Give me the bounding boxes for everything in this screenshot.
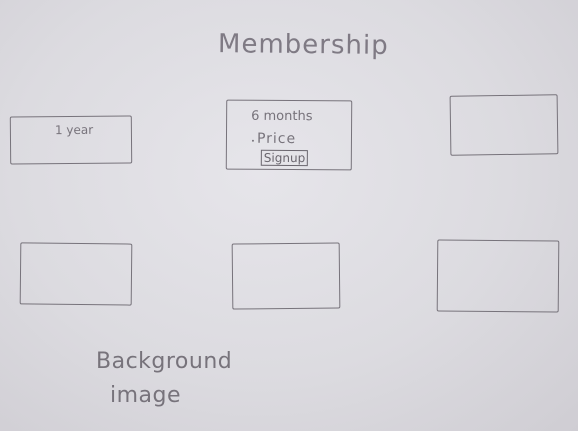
sketch-paper: Membership 1 year 6 months Price Signup …: [0, 0, 578, 431]
background-note-line-2: image: [110, 383, 182, 408]
bullet-dot: [251, 139, 254, 142]
membership-card-1-year[interactable]: 1 year: [9, 115, 133, 165]
membership-card-empty-3[interactable]: [449, 94, 559, 156]
membership-card-empty-6[interactable]: [436, 239, 560, 313]
card-duration-label: 1 year: [54, 122, 94, 138]
card-price-label: Price: [256, 130, 297, 148]
card-duration-label: 6 months: [251, 108, 313, 125]
membership-card-empty-4[interactable]: [19, 242, 133, 306]
membership-card-empty-5[interactable]: [231, 242, 341, 310]
membership-card-6-months[interactable]: 6 months Price Signup: [225, 99, 353, 171]
background-image-note: Background image: [96, 345, 232, 413]
signup-button[interactable]: Signup: [260, 149, 309, 167]
background-note-line-1: Background: [96, 349, 233, 374]
page-title: Membership: [217, 29, 389, 61]
